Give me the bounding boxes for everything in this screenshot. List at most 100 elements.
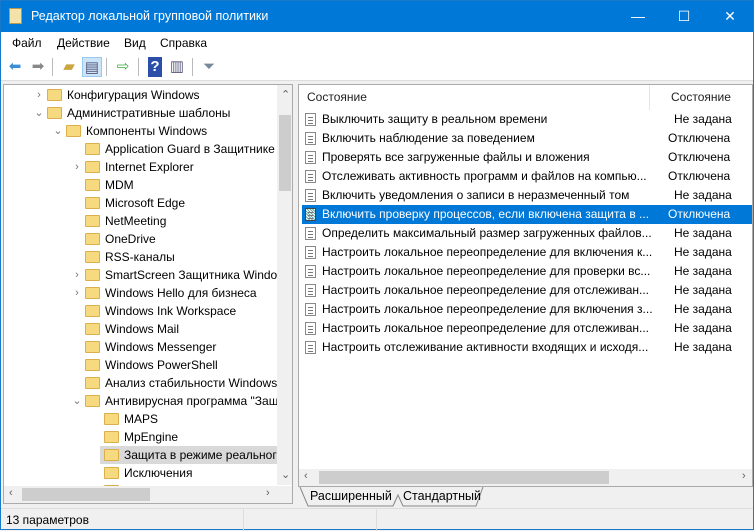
scrollbar-thumb[interactable] bbox=[319, 471, 609, 484]
policy-row[interactable]: Выключить защиту в реальном времени Не за… bbox=[302, 110, 752, 129]
tree-item[interactable]: › Конфигурация Windows bbox=[4, 86, 277, 104]
chevron-right-icon[interactable]: › bbox=[72, 266, 82, 284]
chevron-down-icon[interactable]: ⌄ bbox=[34, 104, 44, 122]
tree-item[interactable]: Windows Mail bbox=[4, 320, 277, 338]
folder-icon bbox=[104, 449, 119, 461]
back-icon[interactable]: ⬅ bbox=[5, 57, 25, 77]
show-action-pane-icon[interactable]: ▥ bbox=[167, 57, 187, 77]
menu-action[interactable]: Действие bbox=[57, 36, 110, 50]
tree-item[interactable]: Исключения bbox=[4, 464, 277, 482]
tree-item[interactable]: › SmartScreen Защитника Windows bbox=[4, 266, 292, 284]
tree-item-label: Исключения bbox=[124, 466, 193, 480]
policy-name: Настроить локальное переопределение для … bbox=[322, 302, 653, 316]
tree-item-label: Internet Explorer bbox=[105, 160, 194, 174]
toolbar-separator bbox=[106, 58, 107, 76]
tree-item[interactable]: MDM bbox=[4, 176, 277, 194]
tree-item[interactable]: › Windows Hello для бизнеса bbox=[4, 284, 277, 302]
tree-item[interactable]: ⌄ Компоненты Windows bbox=[4, 122, 277, 140]
tree-item[interactable]: MpEngine bbox=[4, 428, 277, 446]
tree-item[interactable]: › Internet Explorer bbox=[4, 158, 277, 176]
policy-state: Не задана bbox=[674, 264, 732, 278]
scroll-up-icon[interactable]: ⌃ bbox=[281, 88, 290, 101]
policy-icon bbox=[305, 284, 316, 297]
policy-icon bbox=[305, 246, 316, 259]
scroll-left-icon[interactable]: ‹ bbox=[304, 470, 308, 482]
tab-standard[interactable]: Стандартный bbox=[395, 487, 489, 507]
policy-row[interactable]: Включить проверку процессов, если включе… bbox=[302, 205, 752, 224]
policy-row[interactable]: Включить уведомления о записи в неразмеч… bbox=[302, 186, 752, 205]
tree-item-label: NetMeeting bbox=[105, 214, 167, 228]
tab-extended[interactable]: Расширенный bbox=[302, 487, 400, 507]
filter-icon[interactable]: ⏷ bbox=[199, 57, 219, 77]
scroll-right-icon[interactable]: › bbox=[742, 470, 746, 482]
policy-name: Включить проверку процессов, если включе… bbox=[322, 207, 650, 221]
title-bar: Редактор локальной групповой политики — … bbox=[1, 1, 753, 32]
tree-item[interactable]: ⌄ Административные шаблоны bbox=[4, 104, 277, 122]
tree-item[interactable]: ⌄ Антивирусная программа "Защитник Window… bbox=[4, 392, 292, 410]
tree-item[interactable]: OneDrive bbox=[4, 230, 277, 248]
tree-item[interactable]: Анализ стабильности Windows bbox=[4, 374, 277, 392]
scroll-down-icon[interactable]: ⌄ bbox=[281, 468, 290, 481]
policy-name: Включить уведомления о записи в неразмеч… bbox=[322, 188, 630, 202]
menu-view[interactable]: Вид bbox=[124, 36, 146, 50]
policy-row[interactable]: Определить максимальный размер загруженн… bbox=[302, 224, 752, 243]
menu-file[interactable]: Файл bbox=[12, 36, 42, 50]
tree-item-label: RSS-каналы bbox=[105, 250, 175, 264]
column-header-setting[interactable]: Состояние bbox=[307, 85, 367, 110]
folder-icon bbox=[104, 467, 119, 479]
policy-row[interactable]: Настроить локальное переопределение для … bbox=[302, 281, 752, 300]
minimize-button[interactable]: — bbox=[615, 1, 661, 32]
tree-item[interactable]: NetMeeting bbox=[4, 212, 277, 230]
status-divider bbox=[243, 509, 244, 531]
scrollbar-thumb[interactable] bbox=[22, 488, 150, 501]
column-divider[interactable] bbox=[649, 85, 650, 110]
tree-item[interactable]: MAPS bbox=[4, 410, 277, 428]
folder-icon bbox=[85, 287, 100, 299]
chevron-right-icon[interactable]: › bbox=[34, 86, 44, 104]
tree-item-label: Windows Ink Workspace bbox=[105, 304, 237, 318]
status-bar: 13 параметров bbox=[1, 508, 753, 531]
chevron-down-icon[interactable]: ⌄ bbox=[53, 122, 63, 140]
folder-icon bbox=[104, 431, 119, 443]
tree-item[interactable]: Windows PowerShell bbox=[4, 356, 277, 374]
tree-item-label: Microsoft Edge bbox=[105, 196, 186, 210]
policy-row[interactable]: Настроить локальное переопределение для … bbox=[302, 262, 752, 281]
column-header-state[interactable]: Состояние bbox=[671, 85, 731, 110]
policy-state: Не задана bbox=[674, 302, 732, 316]
tree-item[interactable]: Windows Ink Workspace bbox=[4, 302, 277, 320]
scroll-right-icon[interactable]: › bbox=[266, 487, 270, 499]
policy-row[interactable]: Настроить локальное переопределение для … bbox=[302, 319, 752, 338]
tree-item-label: Конфигурация Windows bbox=[67, 88, 200, 102]
tree-item[interactable]: Windows Messenger bbox=[4, 338, 277, 356]
export-list-icon[interactable]: ⇨ bbox=[113, 57, 133, 77]
policy-icon bbox=[305, 303, 316, 316]
help-icon[interactable]: ? bbox=[148, 57, 162, 77]
forward-icon[interactable]: ➡ bbox=[28, 57, 48, 77]
menu-help[interactable]: Справка bbox=[160, 36, 207, 50]
chevron-down-icon[interactable]: ⌄ bbox=[72, 392, 82, 410]
up-folder-icon[interactable]: ▰ bbox=[59, 57, 79, 77]
chevron-right-icon[interactable]: › bbox=[72, 158, 82, 176]
scroll-left-icon[interactable]: ‹ bbox=[9, 487, 13, 499]
tree-item[interactable]: Application Guard в Защитнике bbox=[4, 140, 277, 158]
vertical-scrollbar[interactable]: ⌃ ⌄ bbox=[277, 85, 292, 485]
tree-item[interactable]: Microsoft Edge bbox=[4, 194, 277, 212]
scrollbar-thumb[interactable] bbox=[279, 115, 291, 191]
policy-row[interactable]: Настроить отслеживание активности входящ… bbox=[302, 338, 752, 357]
policy-row[interactable]: Отслеживать активность программ и файлов… bbox=[302, 167, 752, 186]
status-divider bbox=[376, 509, 377, 531]
chevron-right-icon[interactable]: › bbox=[72, 284, 82, 302]
maximize-button[interactable]: ☐ bbox=[661, 1, 707, 32]
policy-name: Настроить локальное переопределение для … bbox=[322, 321, 650, 335]
horizontal-scrollbar[interactable]: ‹ › bbox=[299, 469, 752, 486]
tree-item[interactable]: RSS-каналы bbox=[4, 248, 277, 266]
policy-row[interactable]: Проверять все загруженные файлы и вложен… bbox=[302, 148, 752, 167]
policy-row[interactable]: Настроить локальное переопределение для … bbox=[302, 300, 752, 319]
policy-row[interactable]: Настроить локальное переопределение для … bbox=[302, 243, 752, 262]
tree-item[interactable]: Защита в режиме реального времени bbox=[100, 446, 292, 464]
horizontal-scrollbar[interactable]: ‹ › bbox=[4, 486, 292, 503]
policy-icon bbox=[305, 189, 316, 202]
policy-row[interactable]: Включить наблюдение за поведением Отключе… bbox=[302, 129, 752, 148]
close-button[interactable]: ✕ bbox=[707, 1, 753, 32]
show-hide-tree-icon[interactable]: ▤ bbox=[82, 57, 102, 77]
